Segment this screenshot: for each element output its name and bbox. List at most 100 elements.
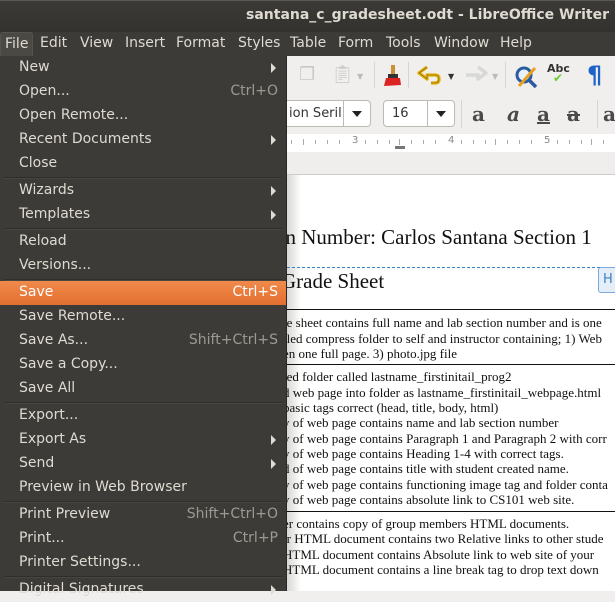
shortcut-label: Ctrl+O [230,83,278,99]
document-heading: on Number: Carlos Santana Section 1 [287,225,592,249]
shortcut-label: Shift+Ctrl+S [188,332,278,348]
text-line: basic tags correct (head, title, body, h… [287,400,499,415]
menu-file[interactable]: File [0,32,34,56]
text-line: y of web page contains functioning image… [287,477,608,492]
font-name-dropdown-button[interactable] [343,101,370,126]
menu-edit[interactable]: Edit [40,35,67,51]
menu-item-export[interactable]: Export... [0,404,286,428]
text-line: en one full page. 3) photo.jpg file [287,346,457,362]
undo-icon[interactable] [417,64,443,91]
menu-bar: File Edit View Insert Format Styles Tabl… [0,32,615,56]
text-line: HTML document contains a line break tag … [287,562,599,577]
text-line: HTML document contains Absolute link to … [287,547,595,562]
redo-icon[interactable] [462,64,488,91]
ruler-margin-area [287,152,615,175]
menu-item-open-remote[interactable]: Open Remote... [0,104,286,128]
menu-item-preview-in-web-browser[interactable]: Preview in Web Browser [0,476,286,500]
copy-icon[interactable]: ❐ [299,64,315,85]
menu-item-versions[interactable]: Versions... [0,254,286,278]
toolbar-separator [461,100,462,128]
title-bar: santana_c_gradesheet.odt - LibreOffice W… [0,0,615,32]
superscript-icon[interactable]: a [603,102,615,126]
spellcheck-icon[interactable]: Abc ✔ [547,62,570,89]
menu-item-printer-settings[interactable]: Printer Settings... [0,551,286,575]
italic-icon[interactable]: a [507,102,520,126]
table-border [287,511,615,512]
shortcut-label: Ctrl+S [232,284,278,300]
menu-item-export-as[interactable]: Export As [0,428,286,452]
paste-icon[interactable]: 📋︎ [331,64,354,85]
menu-view[interactable]: View [80,35,113,51]
menu-item-print[interactable]: Print... Ctrl+P [0,527,286,551]
submenu-arrow-icon [271,186,276,196]
font-size-value[interactable]: 16 [392,106,409,121]
bold-icon[interactable]: a [472,102,485,126]
menu-item-new[interactable]: New [0,56,286,80]
toolbar-separator [597,100,598,128]
clone-formatting-icon[interactable] [383,64,403,93]
menu-item-open[interactable]: Open... Ctrl+O [0,80,286,104]
menu-styles[interactable]: Styles [238,35,280,51]
text-line: d web page into folder as lastname_first… [287,385,602,400]
chevron-down-icon [436,111,446,117]
toolbar-separator [374,62,375,88]
standard-toolbar: ❐ 📋︎ ▼ ▼ ▼ Abc ✔ ¶ [287,56,615,94]
text-line: ir HTML document contains two Relative l… [287,531,604,546]
find-replace-icon[interactable] [513,64,539,95]
menu-format[interactable]: Format [176,35,225,51]
menu-item-templates[interactable]: Templates [0,203,286,227]
menu-item-wizards[interactable]: Wizards [0,179,286,203]
document-page[interactable]: on Number: Carlos Santana Section 1 Grad… [287,175,615,591]
text-line: iled compress folder to self and instruc… [287,331,602,346]
font-size-combobox[interactable]: 16 [383,100,455,127]
menu-tools[interactable]: Tools [386,35,421,51]
horizontal-ruler[interactable]: 3 4 5 [287,134,615,152]
menu-item-print-preview[interactable]: Print Preview Shift+Ctrl+O [0,503,286,527]
menu-insert[interactable]: Insert [125,35,165,51]
menu-item-digital-signatures[interactable]: Digital Signatures [0,578,286,602]
menu-table[interactable]: Table [290,35,326,51]
formatting-marks-icon[interactable]: ¶ [587,61,602,89]
underline-icon[interactable]: a [537,102,550,126]
font-name-combobox[interactable]: ion Seril [287,100,371,127]
text-line: er contains copy of group members HTML d… [287,516,570,531]
menu-form[interactable]: Form [338,35,373,51]
text-line: y of web page contains Paragraph 1 and P… [287,431,607,446]
header-button[interactable]: H [598,267,615,293]
chevron-down-icon [352,111,362,117]
text-line: d of web page contains title with studen… [287,461,569,476]
menu-item-save-a-copy[interactable]: Save a Copy... [0,353,286,377]
menu-item-save-all[interactable]: Save All [0,377,286,401]
formatting-toolbar: ion Seril 16 a a a a a [287,94,615,134]
toolbar-separator [408,62,409,88]
menu-item-save-remote[interactable]: Save Remote... [0,305,286,329]
submenu-arrow-icon [271,459,276,469]
text-line: y of web page contains name and lab sect… [287,415,559,430]
redo-dropdown-icon[interactable]: ▼ [492,72,498,81]
strikethrough-icon[interactable]: a [567,102,580,126]
submenu-arrow-icon [271,435,276,445]
menu-item-close[interactable]: Close [0,152,286,176]
submenu-arrow-icon [271,135,276,145]
shortcut-label: Shift+Ctrl+O [186,506,278,522]
shortcut-label: Ctrl+P [232,530,278,546]
menu-item-send[interactable]: Send [0,452,286,476]
menu-item-save[interactable]: Save Ctrl+S [0,281,286,305]
text-line: y of web page contains Heading 1-4 with … [287,446,564,461]
text-line: le sheet contains full name and lab sect… [287,315,602,330]
paste-dropdown-icon[interactable]: ▼ [357,72,363,81]
menu-window[interactable]: Window [434,35,489,51]
indent-marker[interactable] [395,146,405,149]
text-line: ted folder called lastname_firstinitail_… [287,369,512,384]
text-line: y of web page contains absolute link to … [287,492,575,507]
window-title: santana_c_gradesheet.odt - LibreOffice W… [246,7,609,23]
menu-item-save-as[interactable]: Save As... Shift+Ctrl+S [0,329,286,353]
font-name-value[interactable]: ion Seril [289,106,342,121]
ruler-label: 3 [352,135,359,146]
table-border [287,364,615,365]
menu-help[interactable]: Help [500,35,532,51]
menu-item-reload[interactable]: Reload [0,230,286,254]
font-size-dropdown-button[interactable] [427,101,454,126]
undo-dropdown-icon[interactable]: ▼ [448,72,454,81]
menu-item-recent-documents[interactable]: Recent Documents [0,128,286,152]
